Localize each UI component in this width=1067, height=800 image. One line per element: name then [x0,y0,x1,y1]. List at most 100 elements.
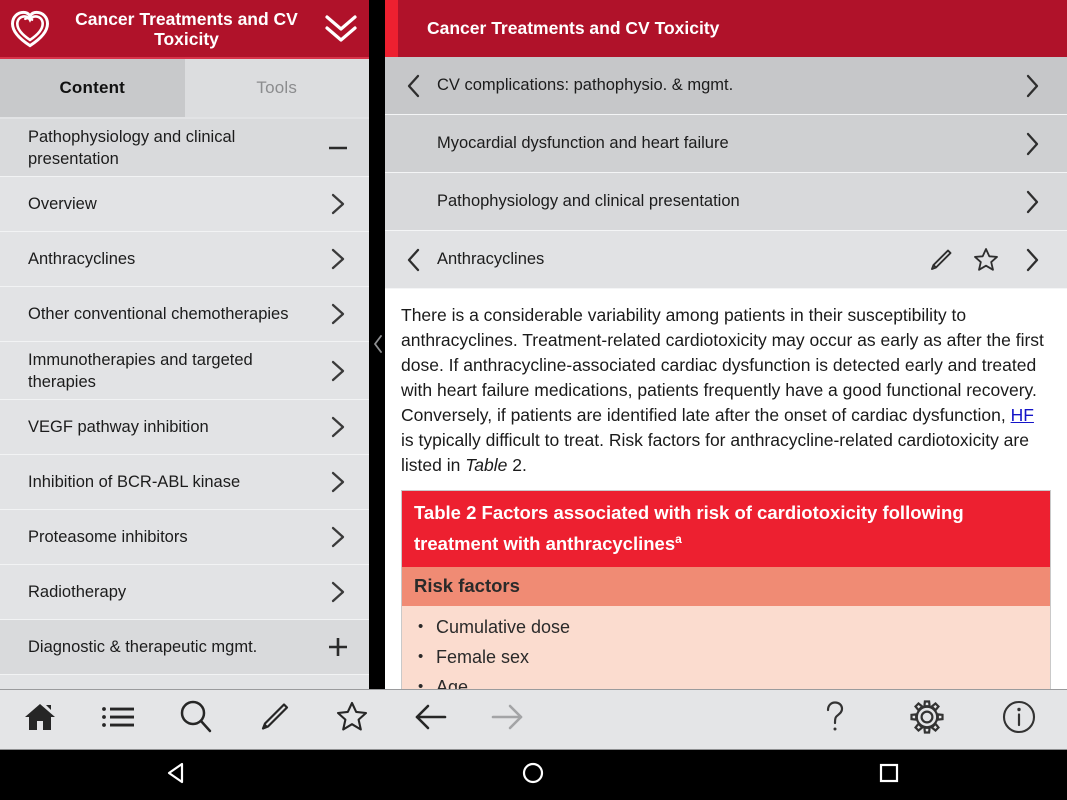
table-row: Cumulative dose [414,612,1038,642]
android-recents-button[interactable] [844,751,934,800]
sidebar-item-label: Inhibition of BCR-ABL kinase [28,473,241,491]
chevron-right-icon[interactable] [1009,72,1055,100]
sidebar-item-anthracyclines[interactable]: Anthracyclines [0,232,369,287]
chevron-right-icon[interactable] [321,246,355,272]
sidebar-item-partial[interactable] [0,675,369,689]
settings-button[interactable] [901,694,953,746]
collapse-sidebar-handle[interactable] [371,332,385,356]
list-icon [100,703,136,736]
android-back-button[interactable] [133,751,223,800]
breadcrumb-label: Myocardial dysfunction and heart failure [437,134,729,152]
panel-divider [369,0,385,689]
home-button[interactable] [14,694,66,746]
pencil-icon[interactable] [917,245,963,275]
table-column-header: Risk factors [402,567,1050,607]
breadcrumb-row-myocardial-dysfunction[interactable]: Myocardial dysfunction and heart failure [385,115,1067,173]
sidebar-item-label: Other conventional chemotherapies [28,305,289,323]
chevron-left-icon[interactable] [397,246,431,274]
sidebar-item-overview[interactable]: Overview [0,177,369,232]
chevron-right-icon[interactable] [1009,130,1055,158]
sidebar-item-other-conventional-chemotherapies[interactable]: Other conventional chemotherapies [0,287,369,342]
sidebar-item-label: Pathophysiology and clinical presentatio… [28,127,236,168]
sidebar-item-immunotherapies-and-targeted-therapies[interactable]: Immunotherapies and targeted therapies [0,342,369,400]
chevron-right-icon[interactable] [1009,188,1055,216]
table-of-contents-list: Pathophysiology and clinical presentatio… [0,119,369,689]
chevron-right-icon[interactable] [321,579,355,605]
back-button[interactable] [404,694,456,746]
search-button[interactable] [170,694,222,746]
chevron-right-icon[interactable] [321,358,355,384]
sidebar-item-vegf-pathway-inhibition[interactable]: VEGF pathway inhibition [0,400,369,455]
annotate-button[interactable] [248,694,300,746]
home-icon [22,700,58,739]
accent-stripe [385,0,398,57]
sidebar-item-pathophysiology-group[interactable]: Pathophysiology and clinical presentatio… [0,119,369,177]
sidebar-item-inhibition-of-bcr-abl-kinase[interactable]: Inhibition of BCR-ABL kinase [0,455,369,510]
content-panel: Cancer Treatments and CV Toxicity CV com… [385,0,1067,689]
search-icon [176,697,216,742]
article-paragraph: There is a considerable variability amon… [401,303,1051,478]
app-screen: Cancer Treatments and CV Toxicity Conten… [0,0,1067,800]
breadcrumb-label: Anthracyclines [437,250,545,268]
chevron-left-icon[interactable] [397,72,431,100]
pencil-icon [255,698,293,741]
table-row: Age [414,672,1038,689]
info-circle-icon [999,697,1039,742]
chevron-right-icon[interactable] [1009,246,1055,274]
sidebar-item-radiotherapy[interactable]: Radiotherapy [0,565,369,620]
minus-icon[interactable] [321,135,355,161]
sidebar-header: Cancer Treatments and CV Toxicity [0,0,369,57]
content-header: Cancer Treatments and CV Toxicity [385,0,1067,57]
info-button[interactable] [993,694,1045,746]
toolbar-left-group [0,694,534,746]
breadcrumb-row-pathophysiology[interactable]: Pathophysiology and clinical presentatio… [385,173,1067,231]
chevron-double-down-icon[interactable] [319,12,363,46]
plus-icon[interactable] [321,634,355,660]
sidebar-item-proteasome-inhibitors[interactable]: Proteasome inhibitors [0,510,369,565]
hf-link[interactable]: HF [1011,405,1034,425]
sidebar-item-diagnostic-therapeutic-mgmt-group[interactable]: Diagnostic & therapeutic mgmt. [0,620,369,675]
circle-home-icon [520,760,546,791]
star-outline-icon[interactable] [963,245,1009,275]
toolbar-right-group [809,694,1067,746]
favourites-button[interactable] [326,694,378,746]
table-title: Table 2 Factors associated with risk of … [402,491,1050,568]
sidebar-item-label: Anthracyclines [28,250,136,268]
esc-heart-logo-icon [6,5,54,53]
arrow-right-icon [487,701,529,738]
sidebar-title: Cancer Treatments and CV Toxicity [75,8,298,49]
article-body: There is a considerable variability amon… [385,289,1067,689]
sidebar-item-label: Immunotherapies and targeted therapies [28,350,253,391]
breadcrumb-label: CV complications: pathophysio. & mgmt. [437,76,734,94]
chevron-right-icon[interactable] [321,469,355,495]
chevron-right-icon[interactable] [321,414,355,440]
help-button[interactable] [809,694,861,746]
breadcrumb-row-cv-complications[interactable]: CV complications: pathophysio. & mgmt. [385,57,1067,115]
table-title-text: Table 2 Factors associated with risk of … [414,502,964,555]
chevron-right-icon[interactable] [321,301,355,327]
question-mark-icon [819,698,851,741]
breadcrumb-label: Pathophysiology and clinical presentatio… [437,192,740,210]
android-home-button[interactable] [488,751,578,800]
sidebar-item-label: VEGF pathway inhibition [28,418,209,436]
chevron-right-icon[interactable] [321,191,355,217]
table-of-contents-button[interactable] [92,694,144,746]
table-body: Cumulative dose Female sex Age [402,606,1050,689]
square-recents-icon [876,760,902,791]
sidebar-item-label: Radiotherapy [28,583,127,601]
paragraph-text-part3: 2. [507,455,527,475]
paragraph-text-part1: There is a considerable variability amon… [401,305,1044,425]
gear-icon [907,697,947,742]
sidebar-tabbar: Content Tools [0,57,369,117]
tab-content[interactable]: Content [0,59,185,117]
table-2: Table 2 Factors associated with risk of … [401,490,1051,689]
forward-button[interactable] [482,694,534,746]
left-sidebar-panel: Cancer Treatments and CV Toxicity Conten… [0,0,369,689]
bottom-toolbar [0,689,1067,750]
breadcrumb-row-anthracyclines[interactable]: Anthracyclines [385,231,1067,289]
tab-tools[interactable]: Tools [184,59,369,117]
table-row: Female sex [414,642,1038,672]
table-reference-italic: Table [465,455,508,475]
sidebar-item-label: Diagnostic & therapeutic mgmt. [28,638,258,656]
chevron-right-icon[interactable] [321,524,355,550]
